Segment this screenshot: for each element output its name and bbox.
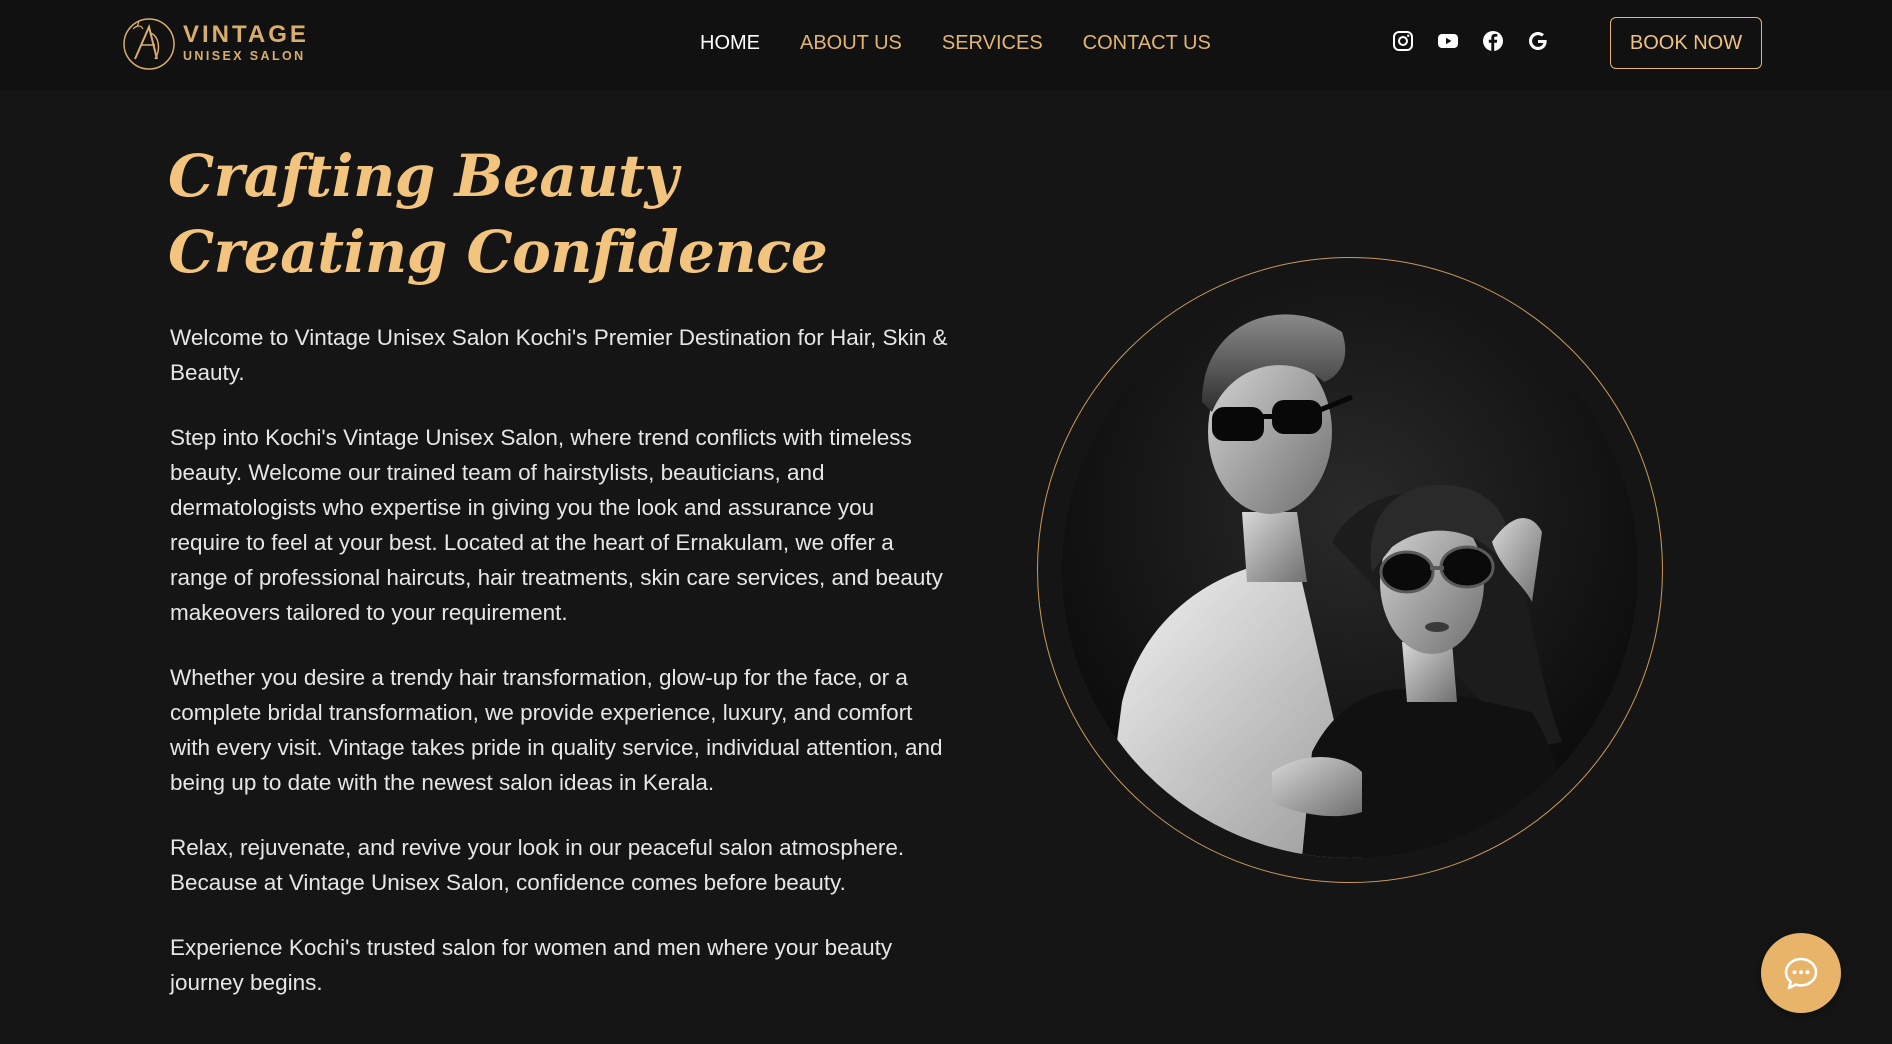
chat-bubble-icon (1784, 957, 1818, 990)
nav-item-services[interactable]: SERVICES (942, 32, 1043, 55)
nav-item-home[interactable]: HOME (700, 32, 760, 55)
facebook-icon[interactable] (1480, 28, 1506, 54)
book-now-button[interactable]: BOOK NOW (1610, 17, 1762, 69)
brand-name: VINTAGE (183, 21, 309, 49)
nav-item-contact-us[interactable]: CONTACT US (1083, 32, 1211, 55)
main-nav: HOME ABOUT US SERVICES CONTACT US (700, 28, 1251, 58)
youtube-icon[interactable] (1435, 28, 1461, 54)
relax-paragraph: Relax, rejuvenate, and revive your look … (170, 835, 905, 895)
couple-portrait-image (1062, 282, 1638, 858)
hero-title-line-1: Crafting Beauty (168, 142, 678, 210)
nav-item-about-us[interactable]: ABOUT US (800, 32, 902, 55)
brand-logo[interactable]: VINTAGE UNISEX SALON (121, 15, 306, 71)
chat-button[interactable] (1761, 933, 1841, 1013)
intro-paragraph: Welcome to Vintage Unisex Salon Kochi's … (170, 325, 948, 385)
hero-title: Crafting Beauty Creating Confidence (168, 138, 888, 290)
social-links (1390, 28, 1570, 54)
hero-title-line-2: Creating Confidence (168, 218, 828, 286)
closing-paragraph: Experience Kochi's trusted salon for wom… (170, 935, 893, 995)
hero-description: Welcome to Vintage Unisex Salon Kochi's … (170, 320, 950, 1030)
instagram-icon[interactable] (1390, 28, 1416, 54)
brand-tagline: UNISEX SALON (183, 49, 306, 64)
logo-monogram-icon (123, 18, 175, 70)
about-paragraph: Step into Kochi's Vintage Unisex Salon, … (170, 425, 943, 625)
top-navbar: VINTAGE UNISEX SALON HOME ABOUT US SERVI… (0, 0, 1892, 90)
google-icon[interactable] (1525, 28, 1551, 54)
services-paragraph: Whether you desire a trendy hair transfo… (170, 665, 943, 795)
